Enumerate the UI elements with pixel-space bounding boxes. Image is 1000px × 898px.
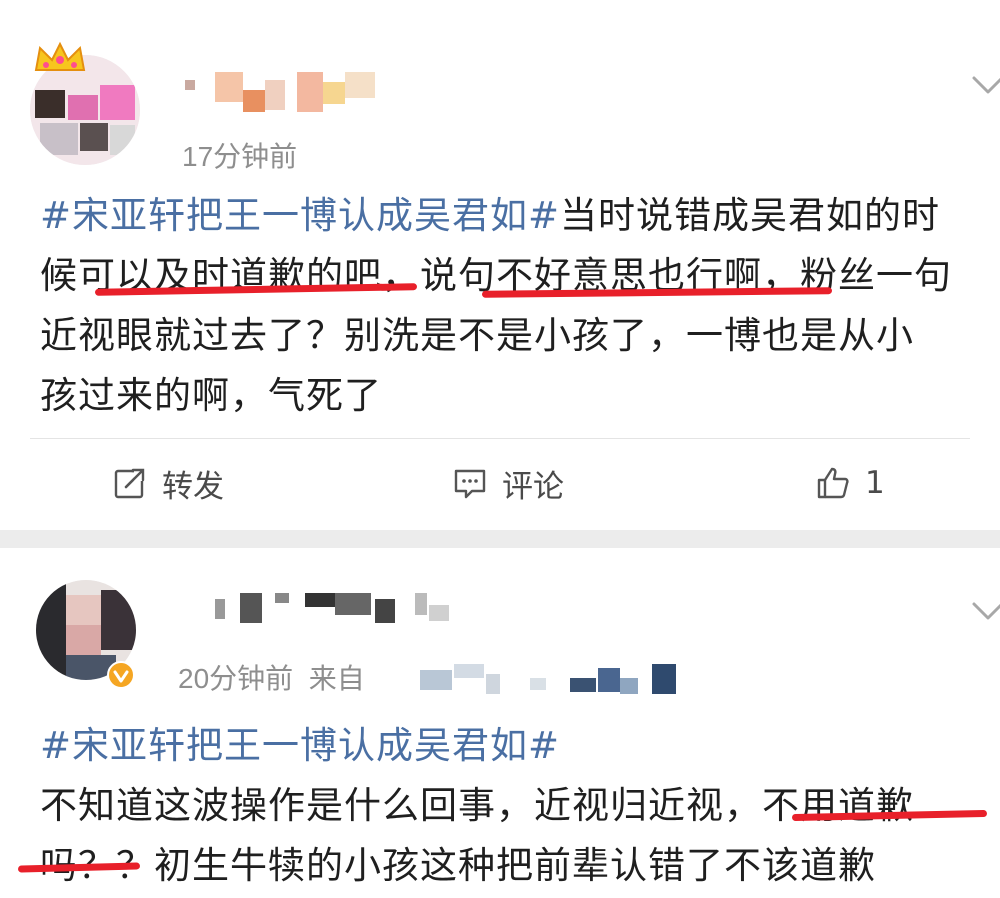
repost-label: 转发 [162,468,224,505]
post-body: #宋亚轩把王一博认成吴君如#当时说错成吴君如的时 候可以及时道歉的吧，说句不好意… [40,186,952,426]
repost-icon [114,467,146,499]
hashtag-link[interactable]: #宋亚轩把王一博认成吴君如# [40,194,560,237]
post-card: 17分钟前 #宋亚轩把王一博认成吴君如#当时说错成吴君如的时 候可以及时道歉的吧… [0,0,1000,530]
comment-icon [454,469,486,499]
post-time: 17分钟前 [182,141,298,172]
post-line: 不知道这波操作是什么回事，近视归近视，不用道歉 [40,784,914,827]
chevron-down-icon[interactable] [968,70,1000,100]
comment-label: 评论 [502,468,564,505]
post-card: 20分钟前 来自 #宋亚轩把王一博认成吴君如# 不知道这波操作是什么回事，近视归… [0,548,1000,898]
verified-badge-icon [107,661,135,689]
divider [30,438,970,439]
post-line: 吗？？初生牛犊的小孩这种把前辈认错了不该道歉 [40,844,876,887]
post-line: 当时说错成吴君如的时 [560,194,941,237]
source-app-link[interactable] [420,664,680,698]
username[interactable] [185,72,385,112]
source-label: 来自 [308,663,365,694]
like-button[interactable]: 1 [815,458,885,508]
post-body: #宋亚轩把王一博认成吴君如# 不知道这波操作是什么回事，近视归近视，不用道歉 吗… [40,716,914,896]
post-time: 20分钟前 [178,663,294,694]
chevron-down-icon[interactable] [968,596,1000,626]
like-count: 1 [865,465,885,501]
hashtag-link[interactable]: #宋亚轩把王一博认成吴君如# [40,724,560,767]
thumbs-up-icon [817,467,849,499]
comment-button[interactable]: 评论 [452,458,564,508]
post-line: 孩过来的啊，气死了 [40,374,382,417]
repost-button[interactable]: 转发 [112,458,224,508]
username[interactable] [215,593,455,633]
post-meta: 20分钟前 来自 [178,657,365,697]
post-line: 近视眼就过去了？别洗是不是小孩了，一博也是从小 [40,314,914,357]
crown-icon [34,41,86,71]
